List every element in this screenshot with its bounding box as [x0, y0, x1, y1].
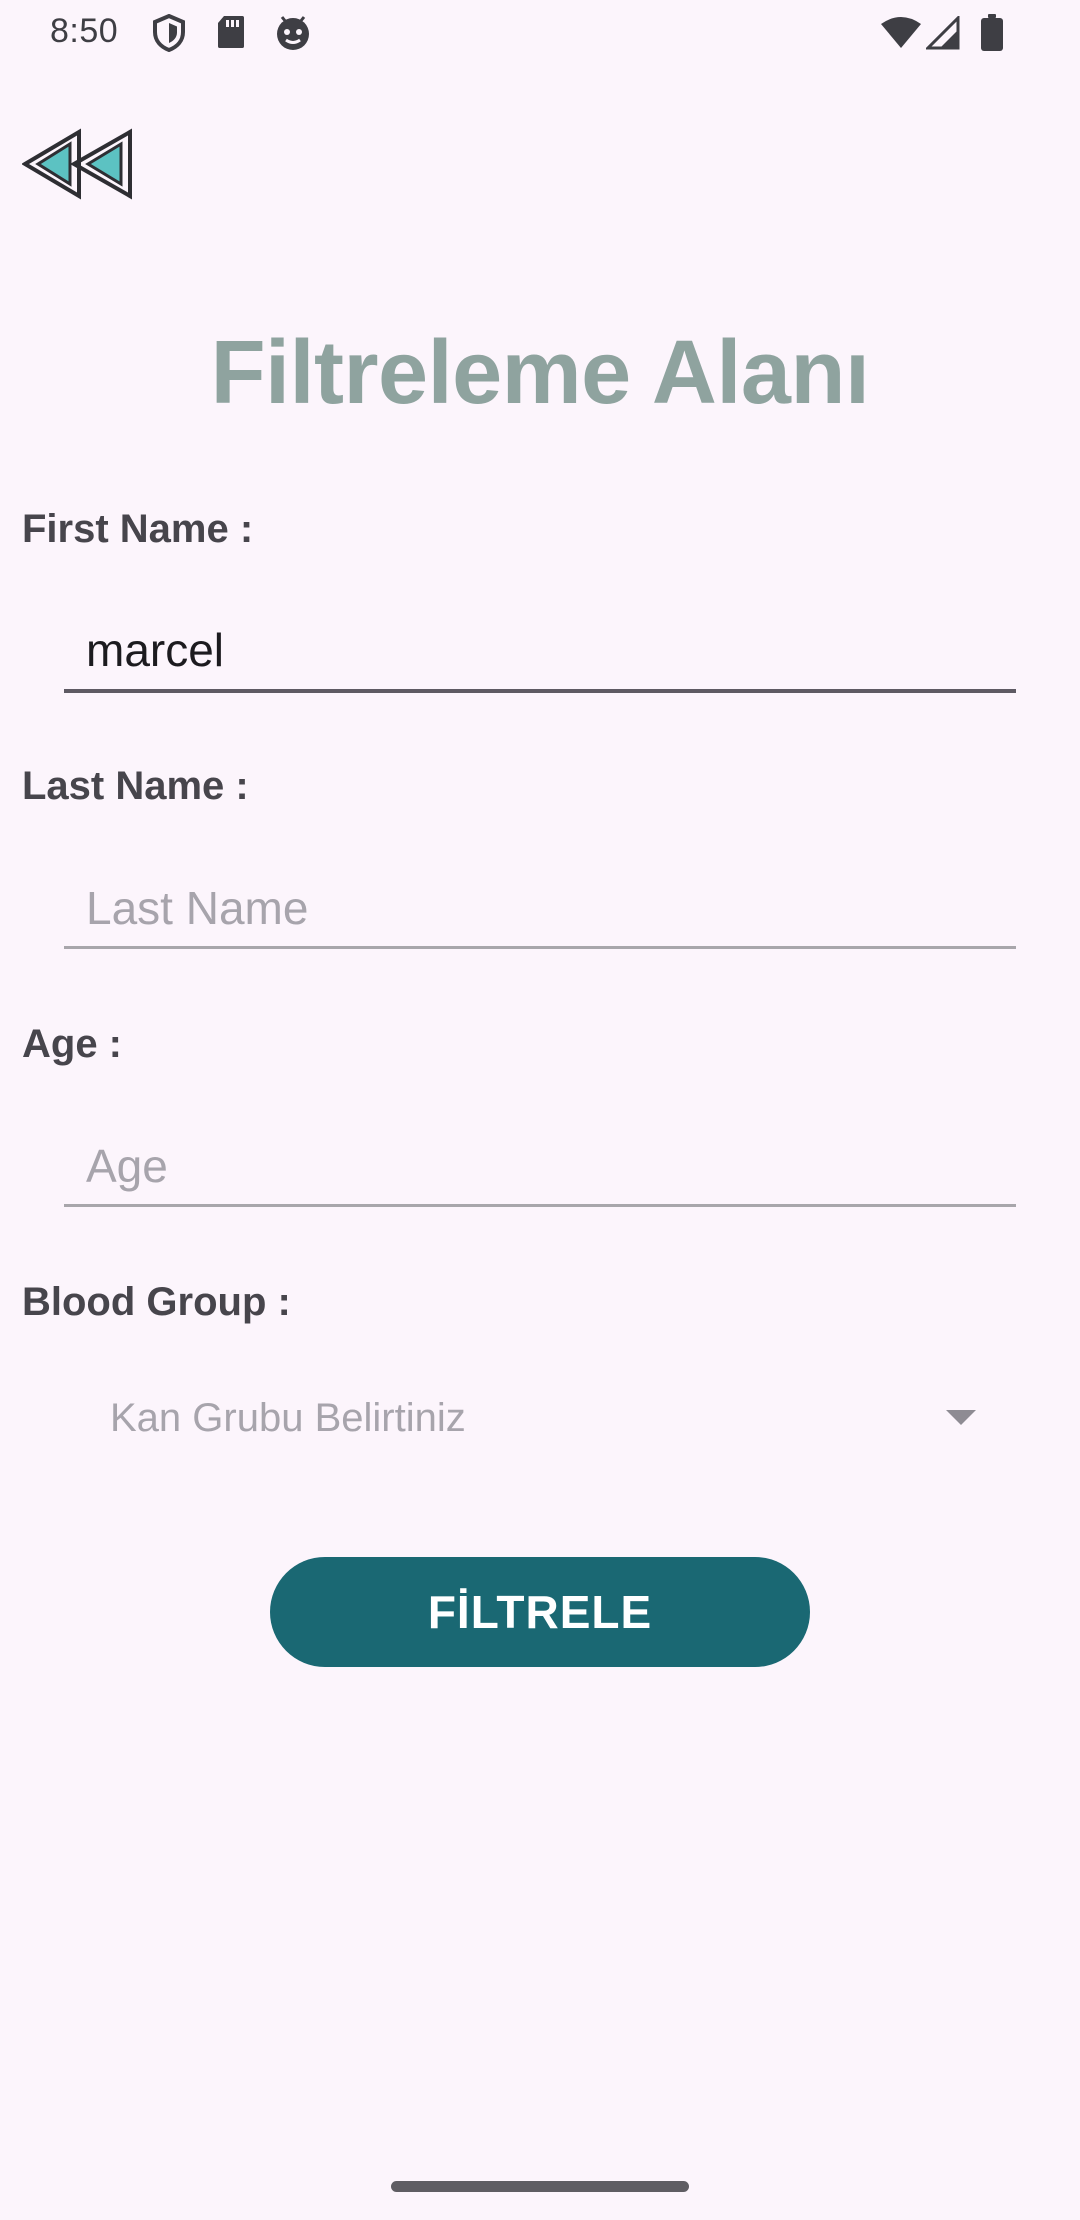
page-title: Filtreleme Alanı	[210, 323, 870, 423]
status-bar: 8:50	[0, 0, 1080, 66]
android-debug-icon	[274, 14, 312, 57]
age-label: Age :	[22, 1022, 122, 1066]
blood-group-label: Blood Group :	[22, 1280, 291, 1324]
signal-icon	[924, 14, 960, 55]
battery-icon	[980, 14, 1004, 57]
status-time: 8:50	[50, 12, 119, 50]
last-name-underline	[64, 946, 1016, 949]
sd-card-icon	[216, 14, 246, 55]
home-indicator[interactable]	[391, 2181, 689, 2192]
shield-icon	[152, 13, 186, 57]
last-name-label: Last Name :	[22, 764, 249, 808]
age-underline	[64, 1204, 1016, 1207]
first-name-label: First Name :	[22, 507, 254, 551]
dropdown-arrow-icon	[946, 1410, 976, 1425]
blood-group-spinner[interactable]: Kan Grubu Belirtiniz	[64, 1380, 1016, 1460]
filter-screen: 8:50 Filtreleme Alanı First Name: marce…	[0, 0, 1080, 2220]
last-name-input[interactable]	[64, 862, 1016, 954]
filter-button[interactable]: FİLTRELE	[270, 1557, 810, 1667]
age-input[interactable]	[64, 1120, 1016, 1212]
back-button[interactable]	[21, 128, 136, 200]
wifi-icon	[880, 16, 922, 55]
double-back-arrow-icon	[21, 128, 132, 200]
blood-group-selected: Kan Grubu Belirtiniz	[110, 1396, 466, 1440]
first-name-input[interactable]	[64, 604, 1016, 696]
first-name-underline	[64, 689, 1016, 693]
